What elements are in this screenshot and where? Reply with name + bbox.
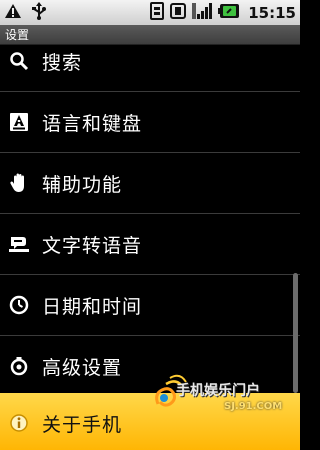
sim-icon: [150, 1, 165, 24]
info-icon: [8, 412, 30, 434]
settings-item-label: 高级设置: [42, 356, 123, 379]
settings-item-label: 搜索: [42, 51, 83, 74]
text-to-speech-icon: [8, 233, 30, 255]
battery-icon: [218, 3, 240, 23]
settings-item-text-to-speech[interactable]: 文字转语音: [0, 214, 300, 274]
watermark: 手机娱乐门户 SJ.91.COM: [148, 368, 298, 428]
warning-icon: [4, 3, 22, 23]
settings-item-label: 关于手机: [42, 413, 123, 436]
settings-item-date-time[interactable]: 日期和时间: [0, 275, 300, 335]
status-bar: 15:15: [0, 0, 300, 25]
settings-item-search[interactable]: 搜索: [0, 45, 300, 91]
status-right-icons: 15:15: [150, 1, 296, 24]
gear-icon: [8, 355, 30, 377]
language-keyboard-icon: [8, 111, 30, 133]
settings-item-language-keyboard[interactable]: 语言和键盘: [0, 92, 300, 152]
settings-item-label: 辅助功能: [42, 173, 123, 196]
settings-item-label: 文字转语音: [42, 234, 143, 257]
status-time: 15:15: [248, 3, 296, 22]
settings-item-label: 语言和键盘: [42, 112, 143, 135]
status-left-icons: [4, 1, 46, 24]
watermark-url: SJ.91.COM: [224, 401, 283, 412]
clock-icon: [8, 294, 30, 316]
signal-icon: [192, 2, 213, 24]
usb-icon: [32, 1, 46, 24]
vibrate-icon: [170, 2, 187, 24]
title-bar: 设置: [0, 25, 300, 45]
search-icon: [8, 50, 30, 72]
settings-item-label: 日期和时间: [42, 295, 143, 318]
settings-item-accessibility[interactable]: 辅助功能: [0, 153, 300, 213]
page-title: 设置: [5, 28, 30, 42]
watermark-brand: 手机娱乐门户: [176, 383, 260, 399]
hand-icon: [8, 172, 30, 194]
